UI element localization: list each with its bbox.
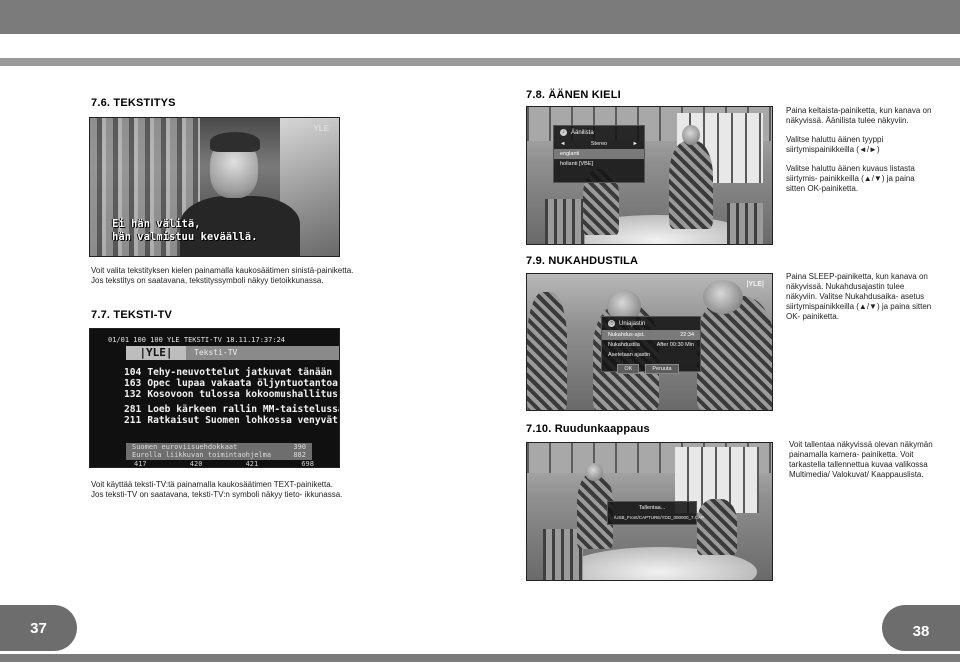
teletext-row: 104 Tehy-neuvottelut jatkuvat tänään (124, 367, 333, 378)
arrow-right-icon[interactable]: ► (633, 141, 638, 147)
cancel-button[interactable]: Peruuta (645, 364, 679, 374)
teletext-band: Teksti-TV (186, 346, 339, 360)
yle-logo: |YLE| (126, 346, 186, 360)
ok-button[interactable]: OK (617, 364, 640, 374)
subtitle-line-2: hän valmistuu keväällä. (112, 231, 258, 243)
heading-teksti-tv: 7.7. TEKSTI-TV (91, 309, 173, 321)
teletext-page-numbers: 417 420 421 698 (134, 460, 314, 468)
sleep-timer-menu: ◷ Uniajastin Nukahdus-ajst. 22:34 Nukahdus… (601, 316, 701, 374)
ruudunkaappaus-instructions: Voit tallentaa näkyvissä olevan näkymän … (789, 440, 933, 479)
tekstitys-line-1: Voit valita tekstityksen kielen painamal… (91, 266, 354, 275)
aanen-kieli-instructions: Paina keltaista-painiketta, kun kanava o… (786, 106, 932, 193)
capture-path: /USB_Front/CAPTURE/YDD_000000_7.CAP (614, 515, 705, 520)
audio-list-menu: ♪ Äänilista ◄ Stereo ► englanti hollanti [V… (553, 125, 645, 183)
man-figure (669, 141, 713, 229)
heading-aanen-kieli: 7.8. ÄÄNEN KIELI (526, 89, 621, 101)
subtitle-line-1: Ei hän välitä, (112, 218, 201, 230)
bottom-rule (0, 654, 960, 662)
man-hair (210, 132, 260, 152)
capture-progress-dialog: Tallentaa... /USB_Front/CAPTURE/YDD_0000… (607, 501, 705, 525)
channel-logo: |YLE| (746, 281, 764, 288)
sleep-mode-row[interactable]: Nukahdustila After 00:30 Min (602, 340, 700, 350)
man-figure (697, 296, 772, 410)
sleep-screenshot: |YLE| ◷ Uniajastin Nukahdus-ajst. 22:34 Nu… (526, 273, 773, 411)
teletext-footer-2: Eurolla liikkuvan toimintaohjelma 882 (126, 451, 312, 460)
heading-nukahdustila: 7.9. NUKAHDUSTILA (526, 255, 639, 267)
tekstitys-description: Voit valita tekstityksen kielen painamal… (91, 266, 431, 286)
page-number-right: 38 (882, 605, 960, 651)
audio-option[interactable]: englanti (554, 149, 644, 159)
heading-ruudunkaappaus: 7.10. Ruudunkaappaus (526, 423, 650, 435)
teletext-row: 281 Loeb kärkeen rallin MM-taistelussa (124, 404, 340, 415)
audio-icon: ♪ (560, 129, 567, 136)
man-figure (697, 499, 737, 555)
subtitle-screenshot: YLE Ei hän välitä, hän valmistuu kevääll… (89, 117, 340, 257)
channel-logo: YLE (313, 124, 329, 133)
teksti-tv-line-2: Jos teksti-TV on saatavana, teksti-TV:n … (91, 490, 343, 499)
sleep-time-row[interactable]: Nukahdus-ajst. 22:34 (602, 330, 700, 340)
audio-type-selector[interactable]: ◄ Stereo ► (554, 139, 644, 149)
teksti-tv-description: Voit käyttää teksti-TV:tä painamalla kau… (91, 480, 431, 500)
top-bar (0, 0, 960, 34)
audio-screenshot: ♪ Äänilista ◄ Stereo ► englanti hollanti [V… (526, 106, 773, 245)
capture-status: Tallentaa... (638, 505, 666, 511)
sleep-icon: ◷ (608, 320, 615, 327)
tekstitys-line-2: Jos tekstitys on saatavana, tekstityssym… (91, 276, 324, 285)
audio-option[interactable]: hollanti [VBE] (554, 159, 644, 169)
heading-tekstitys: 7.6. TEKSTITYS (91, 97, 176, 109)
teletext-screenshot: 01/01 100 100 YLE TEKSTI-TV 18.11.17:37:… (89, 328, 340, 468)
teletext-row: 211 Ratkaisut Suomen lohkossa venyvät? (124, 415, 340, 426)
nukahdustila-instructions: Paina SLEEP-painiketta, kun kanava on nä… (786, 272, 932, 321)
arrow-left-icon[interactable]: ◄ (560, 141, 565, 147)
sleep-status-row: Asetetaan ajastin (608, 352, 651, 358)
teksti-tv-line-1: Voit käyttää teksti-TV:tä painamalla kau… (91, 480, 333, 489)
teletext-row: 132 Kosovoon tulossa kokoomushallitus? (124, 389, 340, 400)
teletext-row: 163 Opec lupaa vakaata öljyntuotantoa (124, 378, 338, 389)
teletext-header: 01/01 100 100 YLE TEKSTI-TV 18.11.17:37:… (108, 336, 286, 344)
top-rule (0, 58, 960, 66)
capture-screenshot: Tallentaa... /USB_Front/CAPTURE/YDD_0000… (526, 442, 773, 581)
page-number-left: 37 (0, 605, 77, 651)
